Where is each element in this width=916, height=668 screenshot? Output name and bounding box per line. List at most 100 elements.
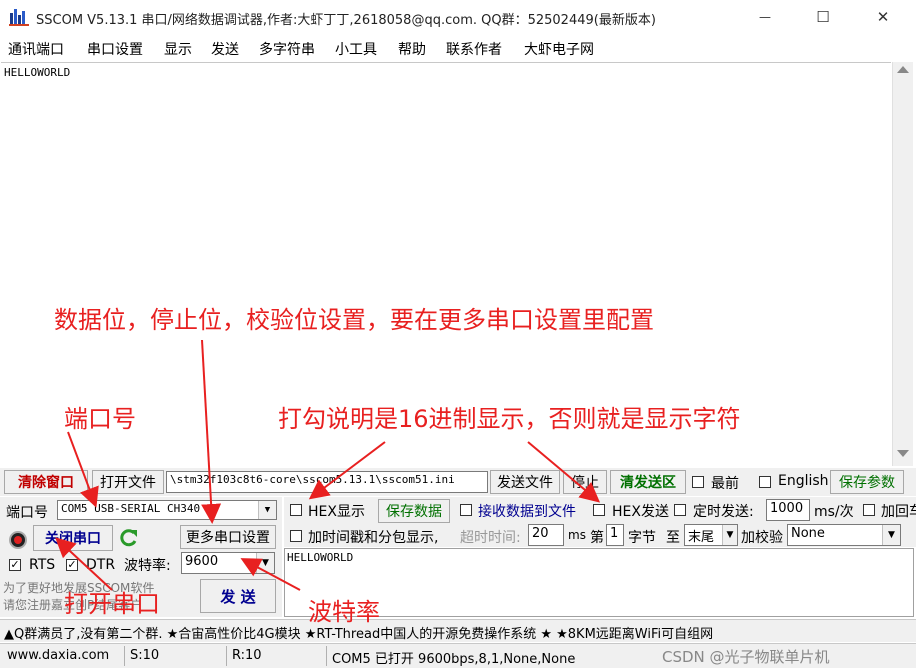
stop-label: 停止: [571, 475, 599, 491]
close-icon: ✕: [876, 8, 890, 26]
toolbar-row: 清除窗口 打开文件 \stm32f103c8t6-core\sscom5.13.…: [0, 468, 916, 496]
dtr-checkbox[interactable]: ✓: [66, 559, 78, 571]
status-divider: [326, 646, 327, 666]
port-value: COM5 USB-SERIAL CH340: [61, 502, 201, 515]
send-text: HELLOWORLD: [287, 551, 354, 564]
chevron-down-icon: ▼: [256, 553, 274, 573]
checksum-value: None: [791, 526, 825, 541]
to-label: 至: [666, 530, 680, 546]
interval-value: 1000: [770, 501, 804, 516]
byte-index-input[interactable]: 1: [606, 524, 624, 546]
more-settings-label: 更多串口设置: [186, 530, 270, 546]
receive-text: HELLOWORLD: [4, 66, 71, 79]
recv-to-file-label: 接收数据到文件: [478, 504, 576, 520]
menu-item-display[interactable]: 显示: [164, 39, 192, 59]
english-checkbox[interactable]: [759, 476, 771, 488]
scroll-down-icon[interactable]: [897, 450, 909, 457]
status-port-info: COM5 已打开 9600bps,8,1,None,None: [332, 652, 576, 667]
recv-to-file-checkbox[interactable]: [460, 504, 472, 516]
menu-item-tools[interactable]: 小工具: [335, 39, 377, 59]
add-enter-checkbox[interactable]: [863, 504, 875, 516]
menu-item-help[interactable]: 帮助: [398, 39, 426, 59]
always-on-top-checkbox[interactable]: [692, 476, 704, 488]
hex-display-checkbox[interactable]: [290, 504, 302, 516]
timeout-label: 超时时间:: [460, 530, 521, 546]
timeout-input[interactable]: 20: [528, 524, 564, 546]
title-bar: SSCOM V5.13.1 串口/网络数据调试器,作者:大虾丁丁,2618058…: [0, 0, 916, 34]
nth-label: 第: [590, 530, 604, 546]
menu-item-multi-string[interactable]: 多字符串: [259, 39, 315, 59]
close-port-button[interactable]: 关闭串口: [33, 525, 113, 551]
open-file-button[interactable]: 打开文件: [92, 470, 164, 494]
menu-item-comm-port[interactable]: 通讯端口: [8, 39, 64, 59]
save-data-button[interactable]: 保存数据: [378, 499, 450, 523]
byte-unit-label: 字节: [628, 530, 656, 546]
menu-item-contact[interactable]: 联系作者: [446, 39, 502, 59]
status-divider: [124, 646, 125, 666]
english-label: English: [778, 473, 829, 489]
timeout-unit-label: ms: [568, 528, 586, 542]
status-received-count: R:10: [232, 648, 262, 663]
send-label: 发 送: [220, 587, 256, 606]
ticker-bar: ▲Q群满员了,没有第二个群. ★合宙高性价比4G模块 ★RT-Thread中国人…: [0, 619, 916, 642]
baud-select[interactable]: 9600 ▼: [181, 552, 275, 574]
hex-send-checkbox[interactable]: [593, 504, 605, 516]
chevron-down-icon: ▼: [722, 525, 737, 545]
file-path-value: \stm32f103c8t6-core\sscom5.13.1\sscom51.…: [170, 473, 455, 486]
timeout-value: 20: [532, 526, 549, 541]
end-select[interactable]: 末尾 ▼: [684, 524, 738, 546]
minimize-button[interactable]: —: [742, 4, 788, 30]
hex-display-label: HEX显示: [308, 504, 365, 520]
refresh-icon[interactable]: [119, 528, 139, 548]
open-file-label: 打开文件: [100, 475, 156, 491]
annotation-hex-note: 打勾说明是16进制显示，否则就是显示字符: [278, 405, 741, 433]
menu-item-send[interactable]: 发送: [211, 39, 239, 59]
window-title: SSCOM V5.13.1 串口/网络数据调试器,作者:大虾丁丁,2618058…: [36, 13, 656, 28]
status-divider: [226, 646, 227, 666]
port-label: 端口号: [6, 505, 48, 521]
interval-input[interactable]: 1000: [766, 499, 810, 521]
more-settings-button[interactable]: 更多串口设置: [180, 525, 276, 549]
chevron-down-icon: ▼: [882, 525, 900, 545]
menu-item-port-settings[interactable]: 串口设置: [87, 39, 143, 59]
app-icon: [9, 7, 29, 27]
rts-checkbox[interactable]: ✓: [9, 559, 21, 571]
status-sent-count: S:10: [130, 648, 160, 663]
annotation-open-port: 打开串口: [64, 590, 160, 618]
timestamp-checkbox[interactable]: [290, 530, 302, 542]
timed-send-checkbox[interactable]: [674, 504, 686, 516]
send-button[interactable]: 发 送: [200, 579, 276, 613]
maximize-button[interactable]: ☐: [800, 4, 846, 30]
port-select[interactable]: COM5 USB-SERIAL CH340 ▼: [57, 500, 277, 520]
stop-button[interactable]: 停止: [563, 470, 607, 494]
menu-item-daxia-site[interactable]: 大虾电子网: [524, 39, 594, 59]
file-path-input[interactable]: \stm32f103c8t6-core\sscom5.13.1\sscom51.…: [166, 471, 488, 493]
status-site[interactable]: www.daxia.com: [7, 648, 109, 663]
minimize-icon: —: [759, 10, 771, 24]
save-params-label: 保存参数: [839, 475, 895, 491]
save-params-button[interactable]: 保存参数: [830, 470, 904, 494]
end-value: 末尾: [688, 530, 715, 545]
send-file-button[interactable]: 发送文件: [490, 470, 560, 494]
hex-send-label: HEX发送: [612, 504, 669, 520]
save-data-label: 保存数据: [386, 504, 442, 520]
scroll-up-icon[interactable]: [897, 66, 909, 73]
dtr-label: DTR: [86, 557, 116, 573]
checksum-select[interactable]: None ▼: [787, 524, 901, 546]
port-status-indicator-icon: [9, 531, 27, 549]
baud-label: 波特率:: [124, 558, 171, 574]
clear-window-label: 清除窗口: [18, 475, 74, 491]
send-options-panel: HEX显示 保存数据 接收数据到文件 HEX发送 定时发送: 1000 ms/次…: [284, 497, 916, 547]
clear-send-area-button[interactable]: 清发送区: [610, 470, 686, 494]
clear-send-area-label: 清发送区: [620, 475, 676, 491]
baud-value: 9600: [185, 554, 219, 569]
menu-bar: 通讯端口 串口设置 显示 发送 多字符串 小工具 帮助 联系作者 大虾电子网: [0, 36, 916, 60]
chevron-down-icon: ▼: [258, 501, 276, 519]
receive-scrollbar[interactable]: [892, 62, 913, 466]
checksum-label: 加校验: [741, 530, 783, 546]
close-port-label: 关闭串口: [45, 531, 101, 547]
clear-window-button[interactable]: 清除窗口: [4, 470, 88, 494]
always-on-top-label: 最前: [711, 476, 739, 492]
maximize-icon: ☐: [816, 8, 830, 26]
close-window-button[interactable]: ✕: [860, 4, 906, 30]
